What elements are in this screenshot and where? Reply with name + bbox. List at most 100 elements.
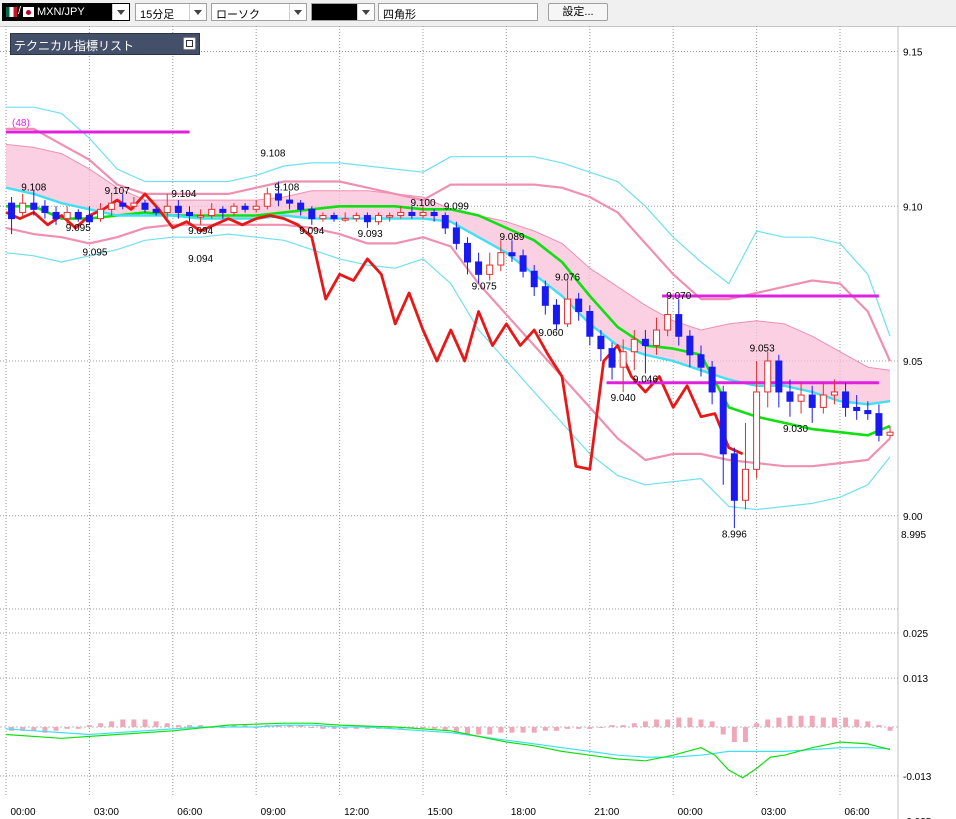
color-select[interactable] <box>311 3 375 21</box>
price-annotation: 9.089 <box>499 232 524 243</box>
ichimoku-cloud <box>6 144 890 405</box>
macd-histogram-bar <box>75 727 81 729</box>
window-toggle-icon[interactable] <box>183 37 196 50</box>
macd-axis-tick: 0.025 <box>903 629 928 640</box>
time-axis-tick: 18:00 <box>511 807 536 818</box>
shape-field[interactable]: 四角形 <box>378 3 538 21</box>
candle-body <box>753 391 761 470</box>
candle <box>552 299 560 331</box>
candle-body <box>430 211 438 217</box>
candle <box>441 212 449 235</box>
candle-body <box>530 270 538 288</box>
price-annotation: 9.046 <box>633 375 658 386</box>
chevron-down-icon[interactable] <box>289 4 306 20</box>
candle-body <box>386 215 394 218</box>
candle-body <box>497 252 505 266</box>
chevron-down-icon[interactable] <box>112 4 129 20</box>
candle-body <box>263 193 271 207</box>
macd-histogram-bar <box>476 727 482 735</box>
candle <box>463 237 471 275</box>
candle-body <box>219 208 227 213</box>
candle <box>41 200 49 219</box>
macd-histogram-bar <box>687 717 693 727</box>
candle-body <box>419 211 427 217</box>
candle-body <box>575 298 583 312</box>
candle-body <box>875 413 883 436</box>
price-axis-tick: 9.15 <box>903 48 923 59</box>
macd-histogram-bar <box>520 727 526 733</box>
candle-body <box>586 310 594 337</box>
macd-histogram-bar <box>553 727 559 731</box>
time-axis-tick: 03:00 <box>761 807 786 818</box>
price-annotation: 9.107 <box>105 186 130 197</box>
macd-histogram-bar <box>776 717 782 727</box>
macd-histogram-bar <box>498 727 504 733</box>
macd-histogram-bar <box>309 727 315 728</box>
macd-histogram-bar <box>186 725 192 727</box>
candle-body <box>830 391 838 396</box>
macd-histogram-bar <box>487 727 493 735</box>
candle-body <box>330 215 338 220</box>
price-axis-tick: 9.05 <box>903 357 923 368</box>
candle-body <box>119 202 127 207</box>
time-axis-tick: 00:00 <box>10 807 35 818</box>
macd-histogram-bar <box>843 717 849 727</box>
price-annotation: 9.108 <box>274 183 299 194</box>
candle-body <box>197 215 205 218</box>
candle-body <box>719 391 727 455</box>
candle-body <box>297 202 305 210</box>
currency-pair-label: MXN/JPY <box>37 6 85 18</box>
price-annotation: 9.076 <box>555 272 580 283</box>
candle-body <box>441 215 449 229</box>
time-axis-tick: 06:00 <box>844 807 869 818</box>
macd-histogram-bar <box>53 727 59 731</box>
macd-histogram-bar <box>654 719 660 727</box>
candle-body <box>597 335 605 350</box>
macd-histogram-bar <box>142 719 148 727</box>
indicator-panel-title: テクニカル指標リスト <box>14 39 135 53</box>
candle <box>263 187 271 210</box>
candle <box>486 252 494 281</box>
candle <box>741 422 749 510</box>
price-axis-tick: 9.00 <box>903 512 923 523</box>
candle-body <box>397 211 405 217</box>
time-axis-tick: 03:00 <box>94 807 119 818</box>
candle <box>775 354 783 408</box>
macd-histogram-bar <box>120 719 126 727</box>
candle-body <box>686 335 694 356</box>
candle-body <box>842 391 850 408</box>
candle-body <box>653 329 661 347</box>
candle-body <box>452 227 460 244</box>
macd-histogram-bar <box>609 725 615 727</box>
chevron-down-icon[interactable] <box>357 4 374 20</box>
macd-histogram-bar <box>676 717 682 727</box>
candle-body <box>230 205 238 213</box>
candle-body <box>697 354 705 368</box>
candle <box>719 385 727 485</box>
candle-body <box>30 202 38 210</box>
candle <box>708 361 716 405</box>
chevron-down-icon[interactable] <box>189 4 206 20</box>
candle-body <box>63 211 71 220</box>
candle-body <box>274 193 282 201</box>
chart-type-select[interactable]: ローソク <box>211 3 307 21</box>
time-axis-tick: 09:00 <box>261 807 286 818</box>
technical-indicator-panel[interactable]: テクニカル指標リスト <box>10 33 200 55</box>
candle-body <box>130 202 138 207</box>
macd-histogram-bar <box>98 723 104 727</box>
macd-histogram-bar <box>754 723 760 727</box>
price-annotation: 9.075 <box>472 282 497 293</box>
macd-histogram-bar <box>820 717 826 727</box>
candle-body <box>641 338 649 347</box>
shape-label: 四角形 <box>383 9 416 21</box>
macd-histogram-bar <box>665 719 671 727</box>
candle-body <box>541 286 549 306</box>
settings-button[interactable]: 設定... <box>548 3 608 21</box>
candle-body <box>619 351 627 368</box>
candle-body <box>886 431 894 436</box>
macd-histogram-bar <box>598 727 604 728</box>
timeframe-select[interactable]: 15分足 <box>135 3 207 21</box>
macd-histogram-bar <box>153 721 159 727</box>
currency-pair-select[interactable]: / MXN/JPY <box>2 3 130 21</box>
price-annotation: 9.100 <box>410 198 435 209</box>
